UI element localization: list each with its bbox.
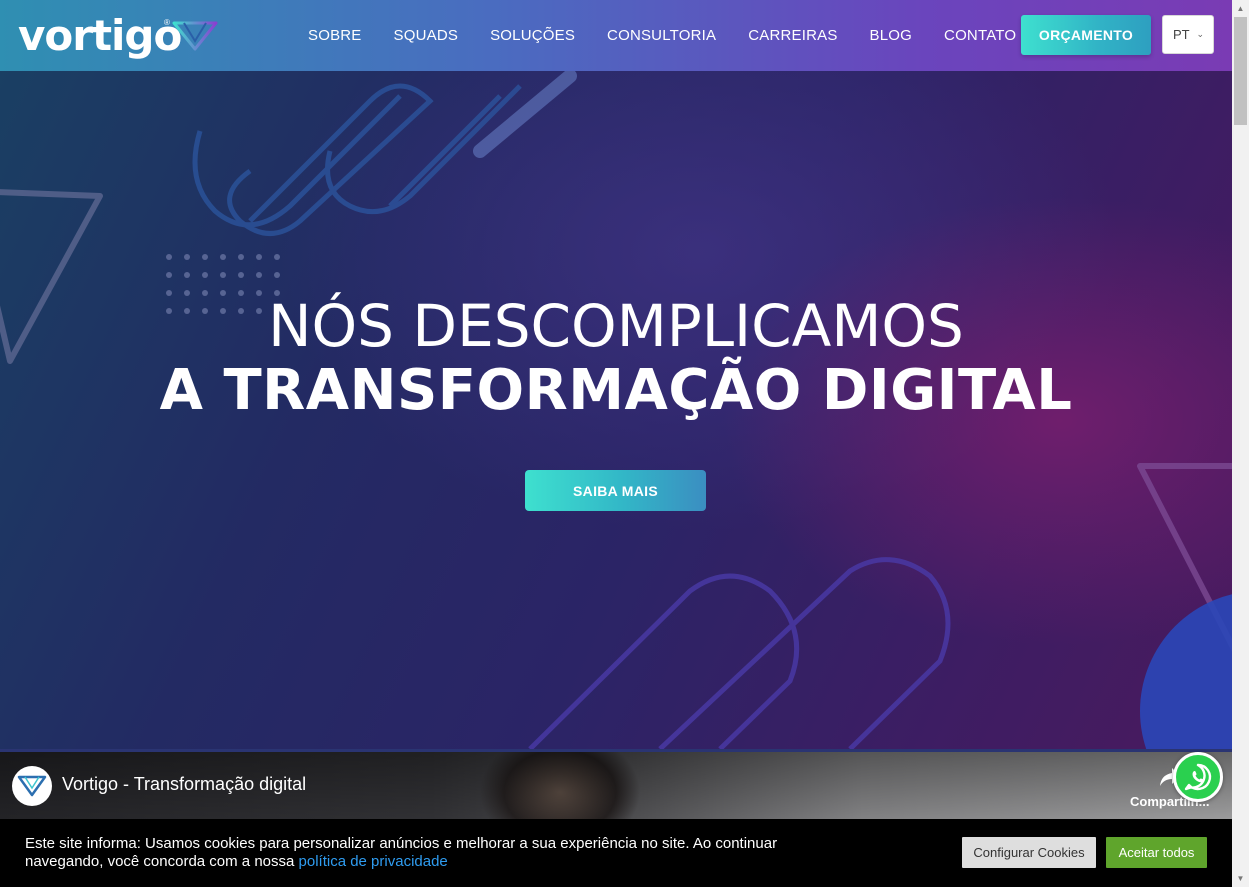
language-select[interactable]: PT ⌄ [1162, 15, 1214, 54]
nav-item-blog[interactable]: BLOG [854, 27, 928, 44]
main-nav: SOBRE SQUADS SOLUÇÕES CONSULTORIA CARREI… [292, 0, 1032, 71]
vortigo-v-icon [172, 21, 218, 51]
video-title[interactable]: Vortigo - Transformação digital [62, 774, 306, 795]
nav-item-squads[interactable]: SQUADS [378, 27, 475, 44]
hero-title-line2: A TRANSFORMAÇÃO DIGITAL [159, 358, 1073, 423]
privacy-policy-link[interactable]: política de privacidade [299, 853, 448, 870]
hero-title-line1: NÓS DESCOMPLICAMOS [268, 292, 964, 360]
nav-item-sobre[interactable]: SOBRE [292, 27, 378, 44]
whatsapp-icon [1184, 763, 1212, 791]
configure-cookies-button[interactable]: Configurar Cookies [962, 837, 1096, 868]
logo-text: vortigo [18, 11, 182, 60]
accept-all-button[interactable]: Aceitar todos [1106, 837, 1207, 868]
nav-item-consultoria[interactable]: CONSULTORIA [591, 27, 732, 44]
hero-section: NÓS DESCOMPLICAMOS A TRANSFORMAÇÃO DIGIT… [0, 71, 1232, 749]
cookie-banner: Este site informa: Usamos cookies para p… [0, 819, 1232, 887]
vortigo-logo[interactable]: vortigo ® [18, 10, 218, 62]
page-scrollbar[interactable]: ▲ ▼ [1232, 0, 1249, 887]
channel-avatar[interactable] [12, 766, 52, 806]
chevron-down-icon: ⌄ [1196, 29, 1204, 39]
scroll-down-arrow-icon[interactable]: ▼ [1232, 870, 1249, 887]
nav-item-carreiras[interactable]: CARREIRAS [732, 27, 853, 44]
vortigo-v-icon [17, 775, 47, 797]
language-value: PT [1173, 27, 1190, 42]
scrollbar-thumb[interactable] [1234, 17, 1247, 125]
scroll-up-arrow-icon[interactable]: ▲ [1232, 0, 1249, 17]
nav-item-contato[interactable]: CONTATO [928, 27, 1032, 44]
orcamento-button[interactable]: ORÇAMENTO [1021, 15, 1151, 55]
cookie-message: Este site informa: Usamos cookies para p… [25, 835, 855, 871]
saiba-mais-button[interactable]: SAIBA MAIS [525, 470, 706, 511]
youtube-video-embed[interactable]: Vortigo - Transformação digital Comparti… [0, 749, 1232, 819]
whatsapp-button[interactable] [1173, 752, 1223, 802]
site-header: vortigo ® SOBRE SQUADS SOLUÇÕES CONSULTO… [0, 0, 1232, 71]
nav-item-solucoes[interactable]: SOLUÇÕES [474, 27, 591, 44]
